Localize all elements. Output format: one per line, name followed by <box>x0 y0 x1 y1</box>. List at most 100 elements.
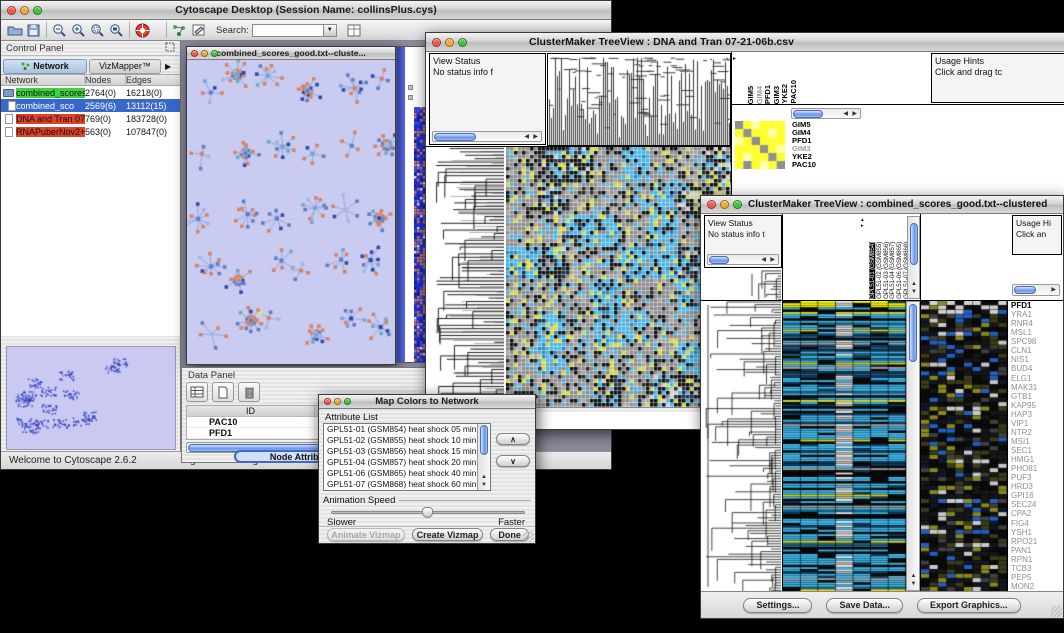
column-label[interactable]: PAC10 <box>789 80 797 104</box>
minimize-button[interactable] <box>720 200 729 209</box>
minimize-button[interactable] <box>201 50 208 57</box>
attribute-list-vscrollbar[interactable]: ▲ ▼ <box>477 424 490 490</box>
gene-label[interactable]: PHO81 <box>1011 464 1061 473</box>
open-session-icon[interactable] <box>5 22 24 39</box>
search-dropdown-icon[interactable]: ▼ <box>324 24 337 37</box>
gene-label[interactable]: PFD1 <box>1011 301 1061 310</box>
gene-label[interactable]: HRD3 <box>1011 482 1061 491</box>
move-down-button[interactable]: ∨ <box>496 455 530 467</box>
new-attribute-icon[interactable] <box>212 382 234 402</box>
gene-label[interactable]: MSL1 <box>1011 328 1061 337</box>
column-label[interactable]: GIM5 <box>746 86 754 104</box>
float-panel-icon[interactable] <box>165 39 175 57</box>
gene-label[interactable]: BUD4 <box>1011 364 1061 373</box>
zoom-button[interactable] <box>211 50 218 57</box>
move-up-button[interactable]: ∧ <box>496 433 530 445</box>
tab-network[interactable]: Network <box>3 59 87 74</box>
help-lifesaver-icon[interactable] <box>133 22 152 39</box>
gene-label[interactable]: GPI16 <box>1011 491 1061 500</box>
treeview2-button[interactable]: Save Data... <box>826 598 903 613</box>
gene-label[interactable]: KAP95 <box>1011 401 1061 410</box>
gene-label[interactable]: VIP1 <box>1011 419 1061 428</box>
gene-label[interactable]: NIS1 <box>1011 355 1061 364</box>
save-session-icon[interactable] <box>24 22 43 39</box>
minimize-button[interactable] <box>334 398 341 405</box>
minimize-button[interactable] <box>445 38 454 47</box>
treeview2-heatmap[interactable] <box>783 301 906 591</box>
close-button[interactable] <box>191 50 198 57</box>
treeview2-labels-vscrollbar[interactable]: ▲ ▼ <box>907 216 920 299</box>
close-button[interactable] <box>324 398 331 405</box>
network-table-row[interactable]: combined_scores 2764(0) 16218(0) <box>1 86 180 99</box>
network-table-row[interactable]: DNA and Tran 07 769(0) 183728(0) <box>1 112 180 125</box>
data-col-id[interactable]: ID <box>187 406 315 416</box>
resize-grip[interactable] <box>523 531 534 542</box>
gene-label[interactable]: FIG4 <box>1011 519 1061 528</box>
tab-vizmapper[interactable]: VizMapper™ <box>89 59 161 74</box>
delete-attribute-icon[interactable] <box>238 382 260 402</box>
zoom-button[interactable] <box>344 398 351 405</box>
zoom-out-icon[interactable] <box>50 22 69 39</box>
column-label[interactable]: GPL51-02 (GSM855) <box>876 242 882 299</box>
dialog-button[interactable]: Create Vizmap <box>412 528 484 541</box>
attribute-list-item[interactable]: GPL51-02 (GSM855) heat shock 10 min <box>324 435 476 446</box>
tab-overflow-icon[interactable]: ▶ <box>165 62 171 71</box>
gene-label[interactable]: HAP3 <box>1011 410 1061 419</box>
treeview2-titlebar[interactable]: ClusterMaker TreeView : combined_scores_… <box>701 196 1063 214</box>
gene-label[interactable]: GTB1 <box>1011 392 1061 401</box>
search-input[interactable] <box>252 24 324 37</box>
col-network[interactable]: Network <box>1 75 85 85</box>
zoom-in-icon[interactable] <box>69 22 88 39</box>
slider-thumb[interactable] <box>422 507 433 518</box>
close-button[interactable] <box>432 38 441 47</box>
view-status-hscrollbar[interactable]: ◀▶ <box>707 254 779 265</box>
select-attributes-icon[interactable] <box>186 382 208 402</box>
gene-label[interactable]: RNR4 <box>1011 319 1061 328</box>
gene-label[interactable]: SEC1 <box>1011 446 1061 455</box>
network-tool-icon[interactable] <box>170 22 189 39</box>
treeview2-genes-hscrollbar[interactable]: ▶ <box>1012 284 1060 296</box>
treeview2-row-dendrogram[interactable] <box>705 301 781 591</box>
column-label[interactable]: GPL51-04 (GSM857) <box>889 242 895 299</box>
dialog-button[interactable]: Animate Vizmap <box>327 528 405 541</box>
attribute-list-item[interactable]: GPL51-01 (GSM854) heat shock 05 min <box>324 424 476 435</box>
animation-speed-slider[interactable] <box>331 511 525 514</box>
close-button[interactable] <box>7 6 16 15</box>
column-label[interactable]: PFD1 <box>763 85 771 104</box>
treeview1-summary-hscrollbar[interactable]: ◀▶ <box>791 108 861 119</box>
column-label[interactable]: GIM3 <box>772 86 780 104</box>
treeview2-main-vscrollbar[interactable]: ▲ ▼ <box>906 301 920 591</box>
pane-arrow-icon[interactable]: ▸ <box>733 55 736 62</box>
attribute-list-item[interactable]: GPL51-06 (GSM865) heat shock 40 min <box>324 468 476 479</box>
col-edges[interactable]: Edges <box>126 75 180 85</box>
gene-label[interactable]: CPA2 <box>1011 509 1061 518</box>
annotation-tool-icon[interactable] <box>189 22 208 39</box>
gene-label[interactable]: YRA1 <box>1011 310 1061 319</box>
view-status-hscrollbar[interactable]: ◀▶ <box>432 131 542 142</box>
gene-label[interactable]: SPC98 <box>1011 337 1061 346</box>
gene-label[interactable]: NTR2 <box>1011 428 1061 437</box>
treeview2-secondary-heatmap[interactable] <box>921 301 1007 591</box>
gene-label[interactable]: PUF3 <box>1011 473 1061 482</box>
gene-label[interactable]: RPO21 <box>1011 537 1061 546</box>
gene-label[interactable]: HMG1 <box>1011 455 1061 464</box>
column-label[interactable]: GPL51-01 (GSM854) <box>869 242 875 299</box>
resize-grip[interactable] <box>1051 606 1062 617</box>
attribute-list-item[interactable]: GPL51-04 (GSM857) heat shock 20 min <box>324 457 476 468</box>
minimize-button[interactable] <box>20 6 29 15</box>
attribute-list-item[interactable]: GPL51-03 (GSM856) heat shock 15 min <box>324 446 476 457</box>
treeview2-button[interactable]: Settings... <box>743 598 812 613</box>
column-label[interactable]: GPL51-06 (GSM865) <box>896 242 902 299</box>
network-view-titlebar[interactable]: combined_scores_good.txt--cluste... <box>187 47 395 60</box>
network-overview-thumbnail[interactable] <box>6 346 176 450</box>
dialog-titlebar[interactable]: Map Colors to Network <box>319 395 535 409</box>
col-nodes[interactable]: Nodes <box>85 75 126 85</box>
zoom-button[interactable] <box>733 200 742 209</box>
column-label[interactable]: YKE2 <box>780 84 788 104</box>
column-label[interactable]: GIM4 <box>755 86 763 104</box>
row-label[interactable]: PAC10 <box>792 161 816 169</box>
zoom-fit-icon[interactable] <box>107 22 126 39</box>
network-graph-canvas[interactable] <box>187 60 395 364</box>
zoom-button[interactable] <box>458 38 467 47</box>
column-label[interactable]: GPL51-03 (GSM856) <box>883 242 889 299</box>
